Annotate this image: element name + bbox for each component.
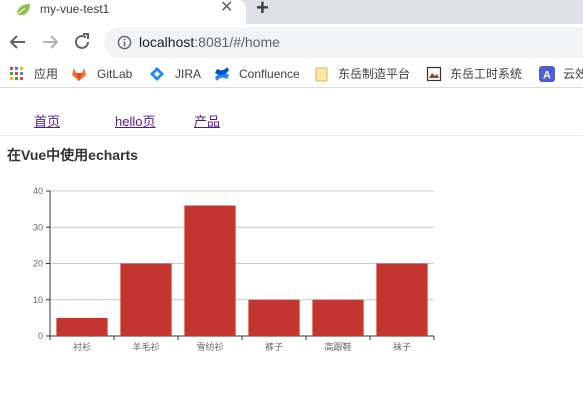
page-title: 在Vue中使用echarts (7, 147, 138, 163)
y-tick-label: 0 (38, 331, 43, 341)
x-tick-label: 羊毛衫 (132, 341, 159, 352)
y-tick-label: 30 (33, 222, 43, 232)
nav-link-hello[interactable]: hello页 (115, 114, 155, 130)
bar (184, 205, 236, 336)
bookmark-gitlab[interactable]: GitLab (97, 66, 132, 82)
bar (312, 299, 364, 336)
bookmark-manufacturing-platform[interactable]: 东岳制造平台 (338, 66, 410, 82)
x-tick-label: 裤子 (265, 341, 283, 352)
bookmark-apps[interactable]: 应用 (34, 66, 58, 82)
bar (120, 263, 172, 336)
browser-tab[interactable]: my-vue-test1 ✕ (0, 0, 246, 24)
bar (56, 317, 108, 336)
bar (248, 299, 300, 336)
url-text: localhost:8081/#/home (139, 34, 280, 51)
y-tick-label: 20 (33, 259, 43, 269)
nav-link-product[interactable]: 产品 (194, 114, 220, 130)
site-info-icon[interactable] (117, 35, 132, 50)
back-arrow-icon[interactable] (6, 30, 30, 54)
new-tab-button[interactable]: + (256, 0, 269, 20)
tab-title: my-vue-test1 (40, 2, 110, 16)
browser-toolbar: localhost:8081/#/home (0, 24, 583, 61)
x-tick-label: 衬衫 (73, 341, 91, 352)
bar-chart: 0 10 20 30 40 衬衫 羊毛衫 雪纺衫 裤子 高跟鞋 袜子 (33, 186, 435, 352)
x-tick-label: 袜子 (393, 341, 411, 352)
apps-grid-icon[interactable] (9, 66, 25, 82)
bar (376, 263, 428, 336)
image-icon (426, 66, 442, 82)
letter-a-icon: A (539, 66, 555, 82)
x-tick-label: 高跟鞋 (324, 341, 351, 352)
address-bar[interactable]: localhost:8081/#/home (104, 27, 583, 58)
page-content: 首页 hello页 产品 在Vue中使用echarts 0 10 20 30 40 衬衫 羊… (0, 89, 583, 402)
folder-icon (315, 67, 328, 82)
svg-text:A: A (543, 70, 551, 82)
bookmarks-bar: 应用 GitLab JIRA Confluence 东岳制造平台 东岳工时系统 … (0, 61, 583, 88)
confluence-icon (215, 67, 229, 81)
forward-arrow-icon[interactable] (38, 30, 62, 54)
url-host: localhost (139, 34, 195, 50)
nav-link-home[interactable]: 首页 (34, 114, 60, 130)
bookmark-yunxiao[interactable]: 云效 (563, 66, 583, 82)
bookmark-jira[interactable]: JIRA (175, 66, 201, 82)
y-tick-label: 40 (33, 186, 43, 196)
leaf-favicon-icon (16, 4, 30, 16)
bookmark-confluence[interactable]: Confluence (239, 66, 300, 82)
reload-icon[interactable] (70, 30, 94, 54)
close-tab-icon[interactable]: ✕ (220, 0, 233, 17)
tab-strip: my-vue-test1 ✕ + (0, 0, 583, 24)
x-tick-label: 雪纺衫 (196, 341, 223, 352)
url-path: :8081/#/home (194, 34, 280, 50)
nav-links: 首页 hello页 产品 (0, 89, 583, 136)
gitlab-icon (72, 68, 86, 81)
y-tick-label: 10 (33, 295, 43, 305)
bookmark-timesheet[interactable]: 东岳工时系统 (450, 66, 522, 82)
jira-icon (150, 67, 164, 81)
